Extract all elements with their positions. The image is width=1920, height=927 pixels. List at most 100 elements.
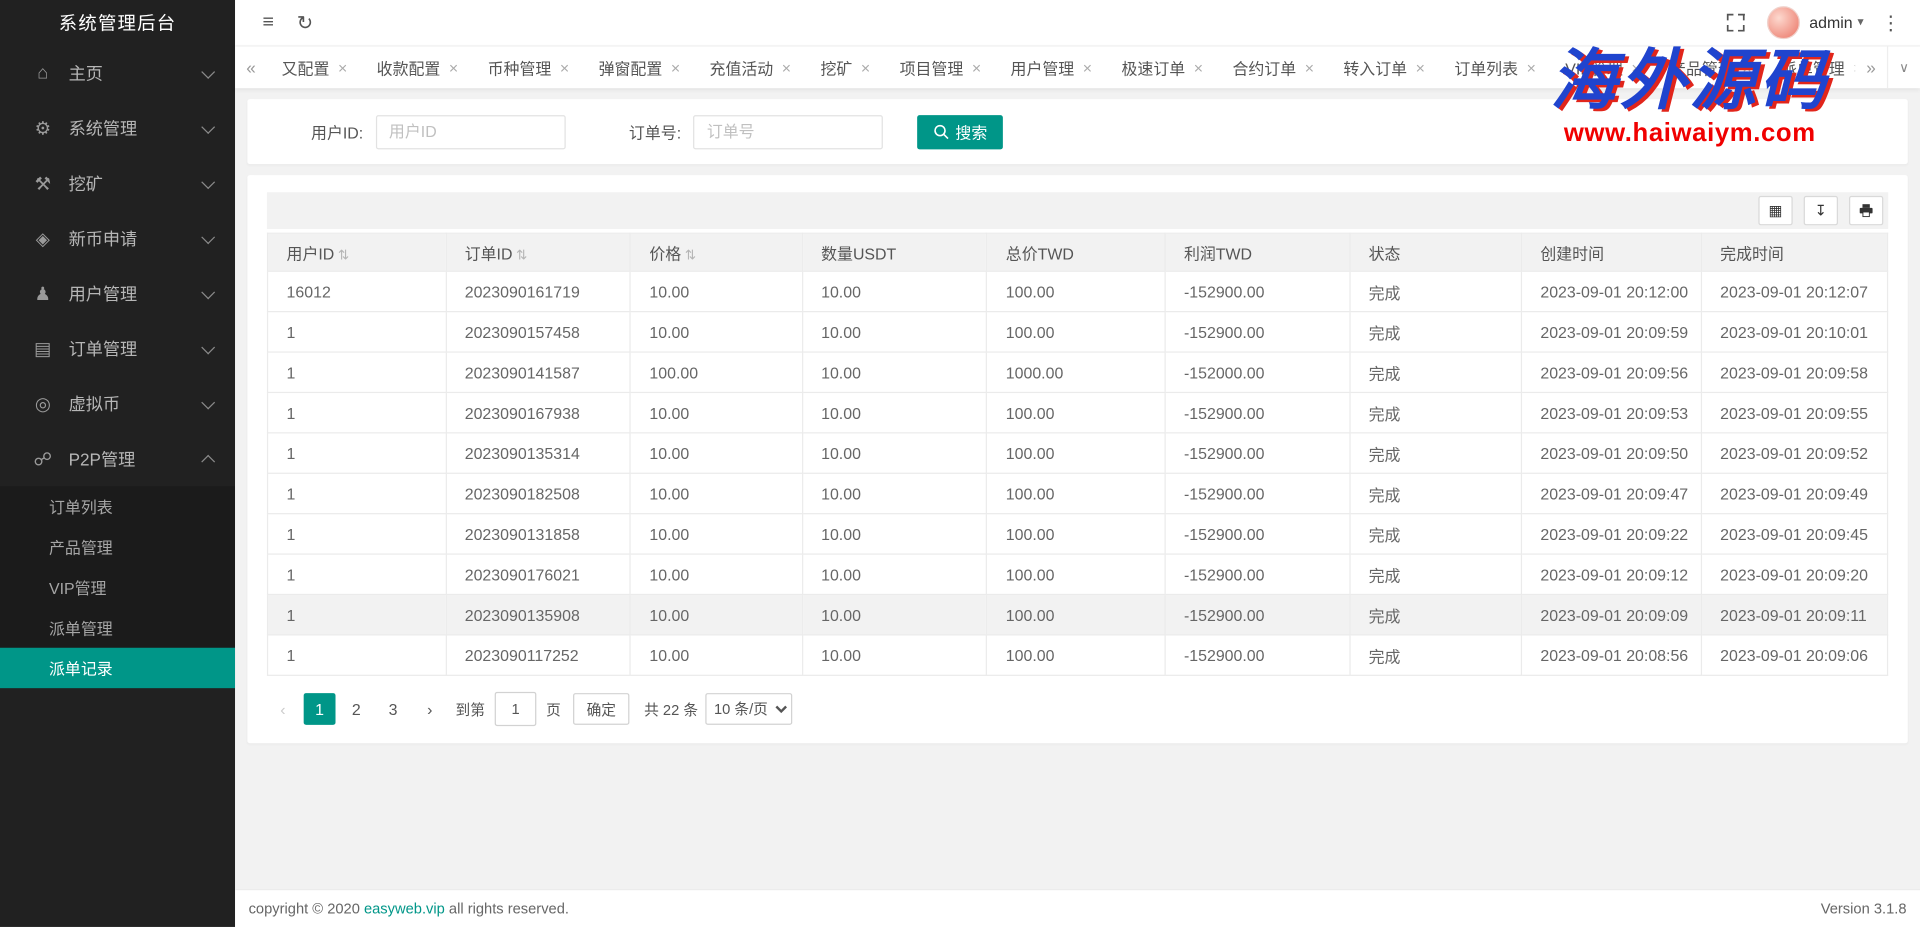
tabs-menu-button[interactable]: ∨ xyxy=(1887,47,1920,89)
column-header[interactable]: 创建时间⇅ xyxy=(1521,233,1701,271)
tab[interactable]: 产品管理 × xyxy=(1655,47,1766,89)
sidebar-item[interactable]: ⚙ 系统管理 xyxy=(0,100,235,155)
cell-total-twd: 100.00 xyxy=(987,635,1165,675)
order-no-label: 订单号: xyxy=(629,120,681,143)
tab[interactable]: 派单管理 × xyxy=(1766,47,1855,89)
cell-created-at: 2023-09-01 20:09:59 xyxy=(1521,312,1701,352)
column-header[interactable]: 总价TWD⇅ xyxy=(987,233,1165,271)
tab[interactable]: 充值活动 × xyxy=(695,47,806,89)
tab[interactable]: 合约订单 × xyxy=(1218,47,1329,89)
sidebar-subitem[interactable]: 订单列表 xyxy=(0,486,235,526)
tab-close-icon[interactable]: × xyxy=(449,58,458,76)
chevron-down-icon xyxy=(201,395,215,409)
page-number-button[interactable]: 3 xyxy=(377,693,409,725)
sidebar-item[interactable]: ◎ 虚拟币 xyxy=(0,376,235,431)
p2p-icon: ☍ xyxy=(32,448,54,470)
caret-down-icon[interactable]: ▾ xyxy=(1858,16,1864,29)
cell-amount-usdt: 10.00 xyxy=(802,433,987,473)
chevron-down-icon xyxy=(201,120,215,134)
table-row: 1 2023090135314 10.00 10.00 100.00 -1529… xyxy=(268,433,1888,473)
page-number-button[interactable]: 2 xyxy=(340,693,372,725)
tab-close-icon[interactable]: × xyxy=(1083,58,1092,76)
print-icon[interactable] xyxy=(1849,196,1883,225)
sidebar-subitem[interactable]: 产品管理 xyxy=(0,527,235,567)
goto-confirm-button[interactable]: 确定 xyxy=(573,693,629,725)
fullscreen-icon[interactable] xyxy=(1717,13,1754,31)
tab-close-icon[interactable]: × xyxy=(560,58,569,76)
sidebar-item[interactable]: ☍ P2P管理 xyxy=(0,431,235,486)
username[interactable]: admin xyxy=(1809,13,1852,31)
search-button[interactable]: 搜索 xyxy=(917,114,1003,148)
cell-created-at: 2023-09-01 20:08:56 xyxy=(1521,635,1701,675)
sidebar-item[interactable]: ♟ 用户管理 xyxy=(0,266,235,321)
tab[interactable]: 币种管理 × xyxy=(473,47,584,89)
cell-total-twd: 1000.00 xyxy=(987,352,1165,392)
tab-close-icon[interactable]: × xyxy=(782,58,791,76)
cell-finished-at: 2023-09-01 20:09:58 xyxy=(1701,352,1887,392)
easyweb-link[interactable]: easyweb.vip xyxy=(364,900,445,917)
order-no-input[interactable] xyxy=(693,114,883,148)
tab-close-icon[interactable]: × xyxy=(1416,58,1425,76)
column-header-label: 数量USDT xyxy=(821,244,896,262)
tab[interactable]: 挖矿 × xyxy=(806,47,885,89)
cell-order-id: 2023090141587 xyxy=(446,352,631,392)
tab-close-icon[interactable]: × xyxy=(1631,58,1640,76)
columns-grid-icon[interactable]: ▦ xyxy=(1758,196,1792,225)
tab-close-icon[interactable]: × xyxy=(1742,58,1751,76)
sort-icon[interactable]: ⇅ xyxy=(338,248,349,263)
goto-page-input[interactable] xyxy=(495,692,537,726)
column-header[interactable]: 完成时间⇅ xyxy=(1701,233,1887,271)
sidebar-item-label: 订单管理 xyxy=(69,336,138,360)
column-header-label: 创建时间 xyxy=(1540,244,1604,262)
column-header[interactable]: 数量USDT⇅ xyxy=(802,233,987,271)
user-id-input[interactable] xyxy=(375,114,565,148)
sidebar-subitem[interactable]: VIP管理 xyxy=(0,567,235,607)
tab-close-icon[interactable]: × xyxy=(671,58,680,76)
tab[interactable]: 订单列表 × xyxy=(1440,47,1551,89)
tab-close-icon[interactable]: × xyxy=(1527,58,1536,76)
tab-close-icon[interactable]: × xyxy=(972,58,981,76)
column-header[interactable]: 利润TWD⇅ xyxy=(1165,233,1350,271)
page-number-button[interactable]: 1 xyxy=(304,693,336,725)
tab[interactable]: 弹窗配置 × xyxy=(584,47,695,89)
cell-status: 完成 xyxy=(1350,594,1522,634)
sidebar-item[interactable]: ⚒ 挖矿 xyxy=(0,156,235,211)
column-header[interactable]: 价格⇅ xyxy=(630,233,802,271)
tab[interactable]: VIP管理 × xyxy=(1551,47,1656,89)
tabs-scroll-left-button[interactable]: « xyxy=(235,47,267,89)
tabs-scroll-right-button[interactable]: » xyxy=(1855,47,1887,89)
tab-close-icon[interactable]: × xyxy=(1305,58,1314,76)
tab-close-icon[interactable]: × xyxy=(1194,58,1203,76)
column-header[interactable]: 订单ID⇅ xyxy=(446,233,631,271)
refresh-icon[interactable]: ↻ xyxy=(287,10,324,34)
next-page-button[interactable]: › xyxy=(414,693,446,725)
column-header[interactable]: 状态⇅ xyxy=(1350,233,1522,271)
sort-icon[interactable]: ⇅ xyxy=(516,248,527,263)
table-row: 1 2023090157458 10.00 10.00 100.00 -1529… xyxy=(268,312,1888,352)
main-column: ≡ ↻ admin ▾ ⋮ « 又配置 × 收 xyxy=(235,0,1920,927)
tab[interactable]: 极速订单 × xyxy=(1107,47,1218,89)
sidebar-item[interactable]: ◈ 新币申请 xyxy=(0,211,235,266)
tab-close-icon[interactable]: × xyxy=(861,58,870,76)
sidebar-subitem[interactable]: 派单管理 xyxy=(0,607,235,647)
sidebar-subitem[interactable]: 派单记录 xyxy=(0,648,235,688)
sort-icon[interactable]: ⇅ xyxy=(685,248,696,263)
cell-total-twd: 100.00 xyxy=(987,594,1165,634)
export-download-icon[interactable]: ↧ xyxy=(1804,196,1838,225)
tab[interactable]: 项目管理 × xyxy=(885,47,996,89)
tab[interactable]: 转入订单 × xyxy=(1329,47,1440,89)
tab-close-icon[interactable]: × xyxy=(338,58,347,76)
avatar[interactable] xyxy=(1766,6,1799,39)
tab[interactable]: 收款配置 × xyxy=(362,47,473,89)
sidebar-menu: ⌂ 主页 ⚙ 系统管理 ⚒ 挖矿 ◈ 新币申 xyxy=(0,45,235,927)
page-size-select[interactable]: 10 条/页 xyxy=(705,693,792,725)
sidebar-subitem-label: 派单管理 xyxy=(49,616,113,639)
kebab-menu-icon[interactable]: ⋮ xyxy=(1876,10,1905,34)
sidebar-item[interactable]: ⌂ 主页 xyxy=(0,45,235,100)
column-header[interactable]: 用户ID⇅ xyxy=(268,233,446,271)
tab[interactable]: 用户管理 × xyxy=(996,47,1107,89)
sidebar-item[interactable]: ▤ 订单管理 xyxy=(0,321,235,376)
sidebar-collapse-icon[interactable]: ≡ xyxy=(250,12,287,34)
tab[interactable]: 又配置 × xyxy=(267,47,362,89)
cell-status: 完成 xyxy=(1350,635,1522,675)
